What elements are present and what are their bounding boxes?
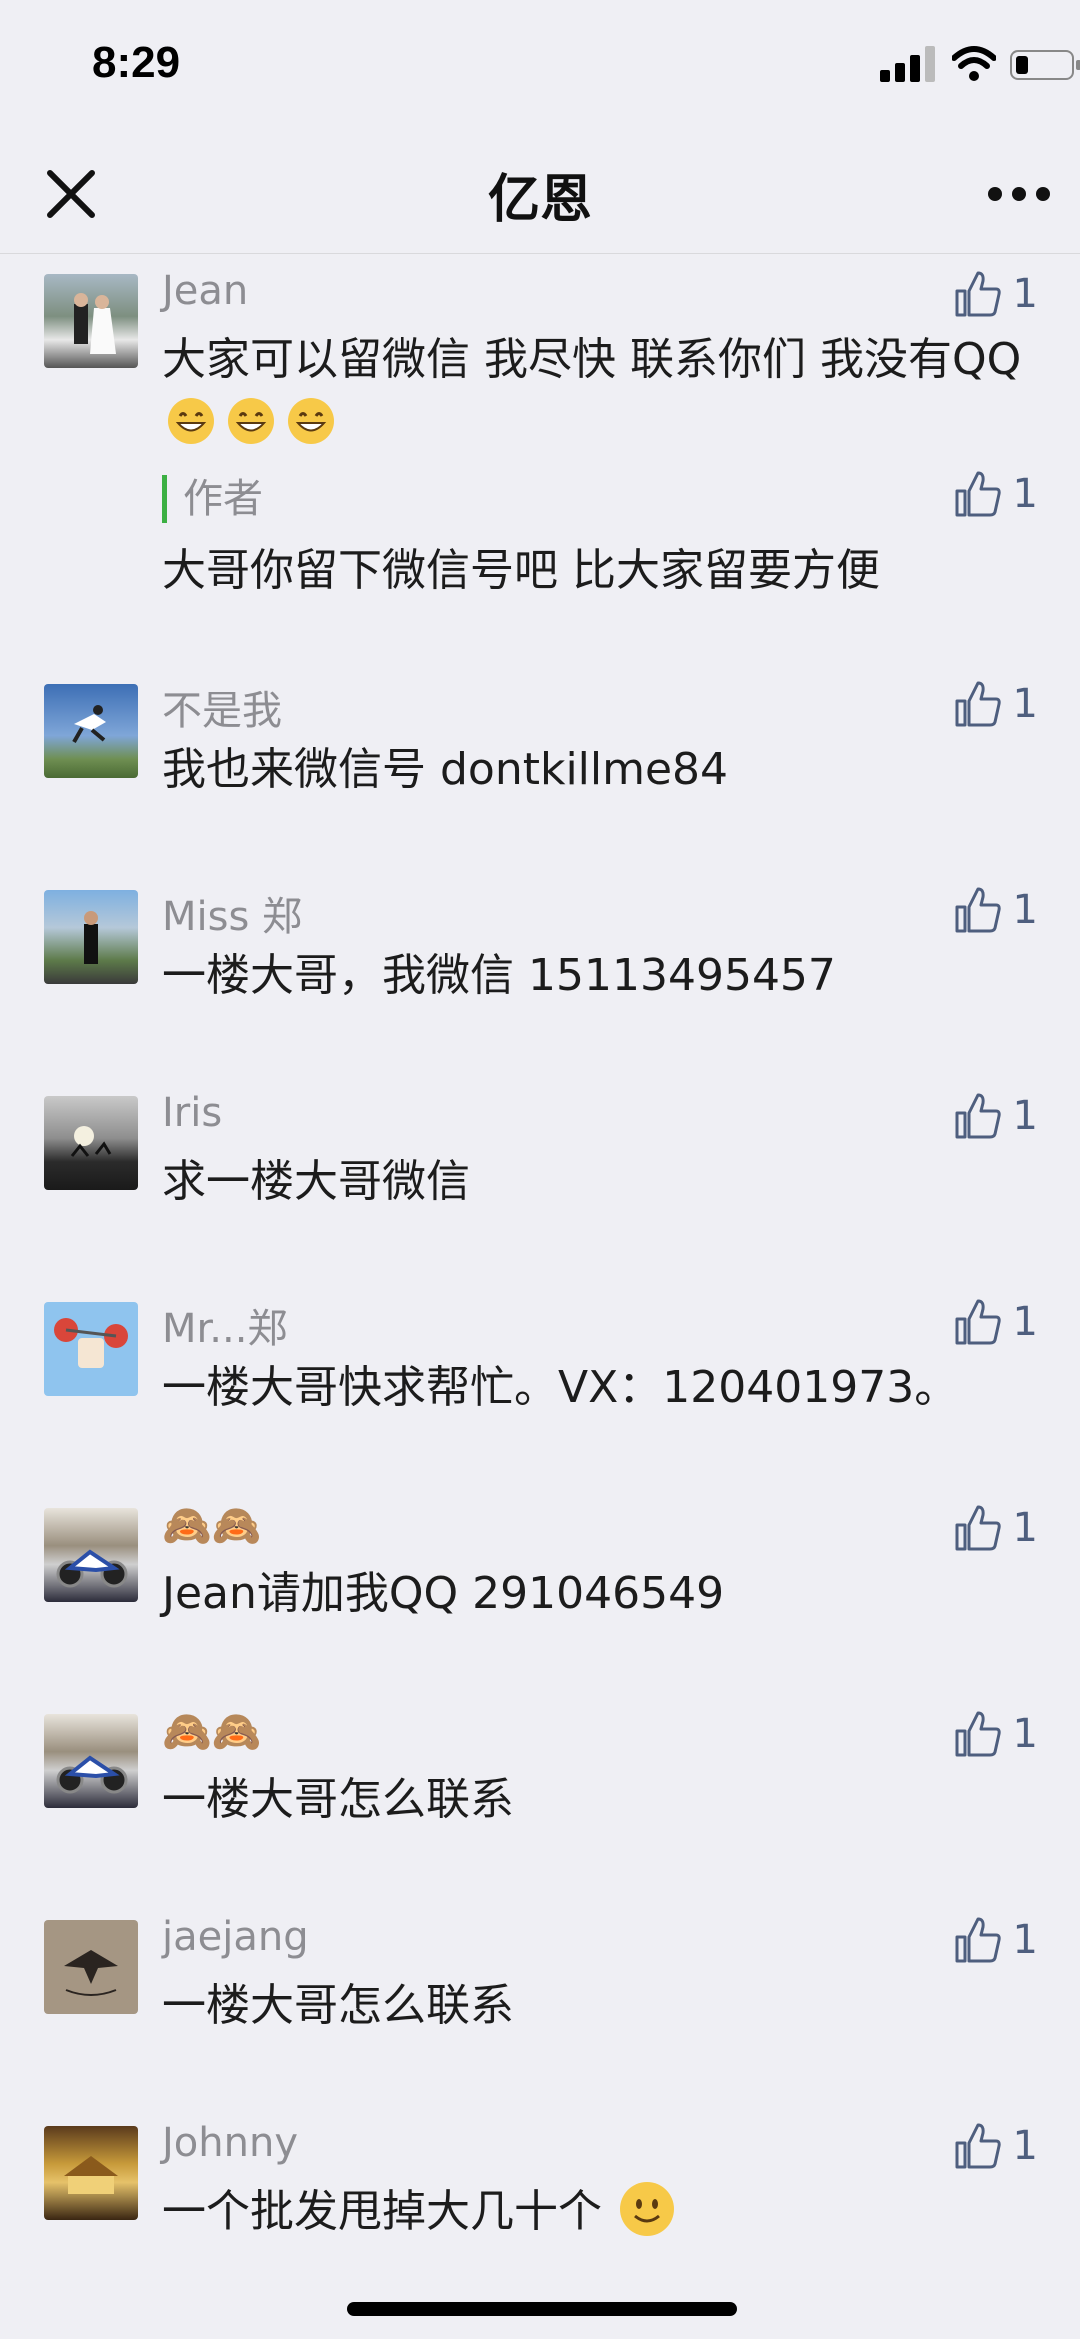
comment-content: 一楼大哥怎么联系 [162,1774,514,1825]
like-count: 1 [1012,1299,1038,1345]
like-count: 1 [1012,887,1038,933]
comment-item: Jean 1 大家可以留微信 我尽快 联系你们 我没有QQ 作者 1 大哥你留下… [0,254,1080,664]
status-time: 8:29 [92,38,181,87]
grinning-emoji [168,398,214,444]
avatar [44,274,138,368]
thumbs-up-icon [955,471,1001,517]
comment-content: 一个批发甩掉大几十个 [162,2180,1022,2244]
like-button[interactable]: 1 [953,1088,1038,1144]
avatar [44,1714,138,1808]
signal-icon [880,46,935,82]
thumbs-up-icon [955,1711,1001,1757]
comment-author: Iris [162,1090,223,1136]
comment-item: jaejang 1 一楼大哥怎么联系 [0,1900,1080,2106]
wifi-icon [952,46,996,81]
thumbs-up-icon [955,1093,1001,1139]
comment-content: 一楼大哥，我微信 15113495457 [162,950,836,1001]
grinning-emoji [288,398,334,444]
like-button[interactable]: 1 [953,1706,1038,1762]
avatar [44,2126,138,2220]
thumbs-up-icon [955,681,1001,727]
like-button[interactable]: 1 [953,1294,1038,1350]
like-button[interactable]: 1 [953,2118,1038,2174]
comment-author: Mr...郑 [162,1306,288,1352]
comment-text: 大家可以留微信 我尽快 联系你们 我没有QQ [162,334,1022,385]
comment-author: Jean [162,268,249,314]
more-icon[interactable] [986,169,1052,219]
comment-content: 一楼大哥快求帮忙。VX：120401973。 [162,1362,959,1413]
thumbs-up-icon [955,1917,1001,1963]
thumbs-up-icon [955,2123,1001,2169]
comment-item: Iris 1 求一楼大哥微信 [0,1076,1080,1282]
comment-author: Miss 郑 [162,894,303,940]
avatar [44,890,138,984]
page-title: 亿恩 [487,170,592,230]
like-button[interactable]: 1 [953,266,1038,322]
comment-item: 不是我 1 我也来微信号 dontkillme84 [0,664,1080,870]
comment-author: 🙈🙈 [162,1503,262,1549]
avatar [44,1096,138,1190]
avatar [44,1920,138,2014]
like-count: 1 [1012,271,1038,317]
reply-like-button[interactable]: 1 [953,466,1038,522]
like-count: 1 [1012,1093,1038,1139]
thumbs-up-icon [955,1299,1001,1345]
comment-content: 求一楼大哥微信 [162,1156,470,1207]
thumbs-up-icon [955,271,1001,317]
like-count: 1 [1012,1711,1038,1757]
like-count: 1 [1012,681,1038,727]
thumbs-up-icon [955,1505,1001,1551]
author-reply-label: 作者 [162,475,263,523]
grinning-emoji [228,398,274,444]
comment-text: 一个批发甩掉大几十个 [162,2186,602,2237]
comment-author: Johnny [162,2120,298,2166]
comment-item: 🙈🙈 1 Jean请加我QQ 291046549 [0,1488,1080,1694]
nav-bar: 亿恩 [0,135,1080,254]
comment-author: 🙈🙈 [162,1709,262,1755]
avatar [44,1508,138,1602]
comment-content: 我也来微信号 dontkillme84 [162,744,729,795]
comment-content: Jean请加我QQ 291046549 [162,1568,725,1619]
status-bar: 8:29 [0,0,1080,135]
like-button[interactable]: 1 [953,1500,1038,1556]
like-count: 1 [1012,471,1038,517]
comment-item: Miss 郑 1 一楼大哥，我微信 15113495457 [0,870,1080,1076]
avatar [44,1302,138,1396]
home-indicator[interactable] [347,2302,737,2316]
comment-author: 不是我 [162,688,282,734]
comment-content: 一楼大哥怎么联系 [162,1980,514,2031]
like-button[interactable]: 1 [953,882,1038,938]
comment-author: jaejang [162,1914,309,1960]
like-button[interactable]: 1 [953,676,1038,732]
battery-icon [1010,50,1080,80]
comment-item: Mr...郑 1 一楼大哥快求帮忙。VX：120401973。 [0,1282,1080,1488]
avatar [44,684,138,778]
thumbs-up-icon [955,887,1001,933]
like-count: 1 [1012,1505,1038,1551]
like-count: 1 [1012,1917,1038,1963]
author-reply-content: 大哥你留下微信号吧 比大家留要方便 [162,545,880,596]
comment-item: 🙈🙈 1 一楼大哥怎么联系 [0,1694,1080,1900]
comment-content: 大家可以留微信 我尽快 联系你们 我没有QQ [162,328,1022,456]
like-button[interactable]: 1 [953,1912,1038,1968]
comment-item: Johnny 1 一个批发甩掉大几十个 [0,2106,1080,2312]
like-count: 1 [1012,2123,1038,2169]
smiling-emoji [620,2182,674,2236]
